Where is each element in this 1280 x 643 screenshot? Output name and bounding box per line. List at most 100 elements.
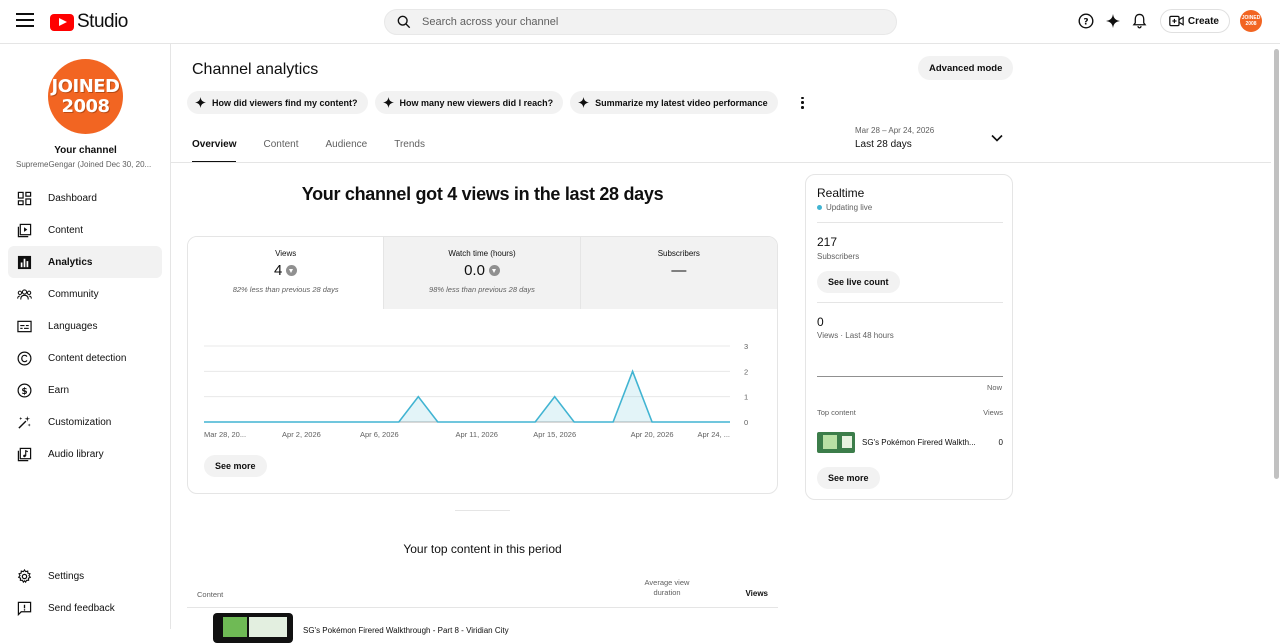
data-point[interactable] bbox=[316, 417, 326, 427]
sidebar-item-customization[interactable]: Customization bbox=[8, 406, 162, 438]
data-point[interactable] bbox=[589, 417, 599, 427]
metric-views[interactable]: Views 4 82% less than previous 28 days bbox=[188, 237, 385, 309]
data-point[interactable] bbox=[238, 417, 248, 427]
data-point[interactable] bbox=[199, 417, 209, 427]
data-point[interactable] bbox=[511, 417, 521, 427]
create-button[interactable]: Create bbox=[1159, 9, 1230, 33]
sidebar-item-community[interactable]: Community bbox=[8, 278, 162, 310]
search-bar[interactable]: Search across your channel bbox=[384, 9, 897, 35]
chip-new-viewers[interactable]: How many new viewers did I reach? bbox=[374, 91, 564, 114]
column-avg-view-duration[interactable]: Average view duration bbox=[627, 578, 707, 598]
top-content-title[interactable]: SG's Pokémon Firered Walkth... bbox=[862, 438, 987, 447]
channel-subtitle: SupremeGengar (Joined Dec 30, 20... bbox=[16, 160, 152, 169]
overview-headline: Your channel got 4 views in the last 28 … bbox=[301, 184, 664, 204]
data-point[interactable] bbox=[257, 417, 267, 427]
data-point[interactable] bbox=[277, 417, 287, 427]
sidebar-item-dashboard[interactable]: Dashboard bbox=[8, 182, 162, 214]
metric-label: Views bbox=[275, 249, 297, 258]
sidebar-item-audio-library[interactable]: Audio library bbox=[8, 438, 162, 470]
sidebar-item-send-feedback[interactable]: Send feedback bbox=[8, 592, 162, 624]
data-point[interactable] bbox=[491, 417, 501, 427]
divider bbox=[817, 302, 1003, 303]
x-tick-label: Apr 11, 2026 bbox=[456, 430, 498, 439]
metric-watch-time[interactable]: Watch time (hours) 0.0 98% less than pre… bbox=[384, 237, 581, 309]
data-point[interactable] bbox=[667, 417, 677, 427]
sidebar-item-label: Send feedback bbox=[48, 602, 115, 614]
advanced-mode-button[interactable]: Advanced mode bbox=[918, 56, 1014, 80]
top-content-table-header: Content Average view duration Views bbox=[187, 574, 778, 608]
data-point[interactable] bbox=[569, 417, 579, 427]
data-point[interactable] bbox=[413, 392, 423, 402]
see-more-button[interactable]: See more bbox=[204, 455, 267, 477]
chip-summarize[interactable]: Summarize my latest video performance bbox=[570, 91, 778, 114]
sidebar-item-earn[interactable]: $ Earn bbox=[8, 374, 162, 406]
more-options-icon[interactable] bbox=[797, 96, 809, 110]
data-point[interactable] bbox=[452, 417, 462, 427]
sidebar-item-languages[interactable]: Languages bbox=[8, 310, 162, 342]
data-point[interactable] bbox=[335, 417, 345, 427]
video-thumbnail[interactable] bbox=[213, 613, 293, 643]
metric-compare: 98% less than previous 28 days bbox=[429, 285, 535, 294]
date-range-picker[interactable]: Mar 28 – Apr 24, 2026 Last 28 days bbox=[855, 126, 934, 150]
page-scrollbar[interactable] bbox=[1272, 44, 1280, 629]
video-thumbnail[interactable] bbox=[817, 432, 855, 453]
column-avg-line2: duration bbox=[653, 588, 681, 597]
data-point[interactable] bbox=[374, 417, 384, 427]
table-row[interactable]: SG's Pokémon Firered Walkthrough - Part … bbox=[187, 608, 778, 643]
date-range-label: Last 28 days bbox=[855, 139, 912, 150]
sidebar-item-settings[interactable]: Settings bbox=[8, 560, 162, 592]
data-point[interactable] bbox=[647, 417, 657, 427]
data-point[interactable] bbox=[472, 417, 482, 427]
data-point[interactable] bbox=[706, 417, 716, 427]
svg-text:$: $ bbox=[21, 386, 27, 396]
data-point[interactable] bbox=[550, 392, 560, 402]
tab-content[interactable]: Content bbox=[263, 139, 298, 163]
tab-overview[interactable]: Overview bbox=[192, 139, 237, 163]
metric-value: 4 bbox=[273, 262, 283, 279]
sparkle-icon[interactable] bbox=[1102, 10, 1124, 32]
channel-avatar[interactable]: JOINED 2008 bbox=[48, 59, 123, 134]
sparkle-icon bbox=[382, 97, 394, 108]
realtime-see-more-button[interactable]: See more bbox=[817, 467, 880, 489]
realtime-title: Realtime bbox=[817, 186, 865, 200]
data-point[interactable] bbox=[394, 417, 404, 427]
feedback-icon bbox=[17, 601, 32, 616]
help-icon[interactable]: ? bbox=[1075, 10, 1097, 32]
account-avatar[interactable]: JOINED 2008 bbox=[1240, 10, 1262, 32]
sidebar-item-content-detection[interactable]: Content detection bbox=[8, 342, 162, 374]
sidebar-item-analytics[interactable]: Analytics bbox=[8, 246, 162, 278]
search-input[interactable]: Search across your channel bbox=[422, 16, 558, 28]
data-point[interactable] bbox=[628, 366, 638, 376]
column-views[interactable]: Views bbox=[745, 589, 768, 598]
data-point[interactable] bbox=[686, 417, 696, 427]
audio-library-icon bbox=[17, 447, 32, 462]
sidebar-item-label: Audio library bbox=[48, 448, 104, 460]
data-point[interactable] bbox=[608, 417, 618, 427]
youtube-logo-icon bbox=[50, 13, 74, 31]
languages-icon bbox=[17, 319, 32, 334]
data-point[interactable] bbox=[218, 417, 228, 427]
data-point[interactable] bbox=[530, 417, 540, 427]
top-content-item[interactable]: SG's Pokémon Firered Walkth... 0 bbox=[817, 432, 1003, 453]
data-point[interactable] bbox=[296, 417, 306, 427]
sidebar-item-content[interactable]: Content bbox=[8, 214, 162, 246]
see-live-count-button[interactable]: See live count bbox=[817, 271, 900, 293]
tab-audience[interactable]: Audience bbox=[326, 139, 368, 163]
chevron-down-icon[interactable] bbox=[991, 134, 1003, 142]
metric-tabs: Views 4 82% less than previous 28 days W… bbox=[188, 237, 777, 309]
chip-viewers-find[interactable]: How did viewers find my content? bbox=[187, 91, 368, 114]
data-point[interactable] bbox=[433, 417, 443, 427]
x-tick-label: Apr 6, 2026 bbox=[360, 430, 399, 439]
tab-trends[interactable]: Trends bbox=[394, 139, 425, 163]
studio-logo[interactable]: Studio bbox=[50, 11, 128, 33]
main-content: Channel analytics Advanced mode How did … bbox=[171, 44, 1271, 643]
svg-text:?: ? bbox=[1083, 18, 1088, 28]
copyright-icon bbox=[17, 351, 32, 366]
data-point[interactable] bbox=[355, 417, 365, 427]
data-point[interactable] bbox=[725, 417, 735, 427]
menu-icon[interactable] bbox=[16, 13, 34, 27]
metric-subscribers[interactable]: Subscribers — bbox=[580, 237, 777, 309]
notifications-bell-icon[interactable] bbox=[1129, 10, 1151, 32]
video-title[interactable]: SG's Pokémon Firered Walkthrough - Part … bbox=[303, 626, 509, 635]
scrollbar-thumb[interactable] bbox=[1274, 49, 1279, 479]
